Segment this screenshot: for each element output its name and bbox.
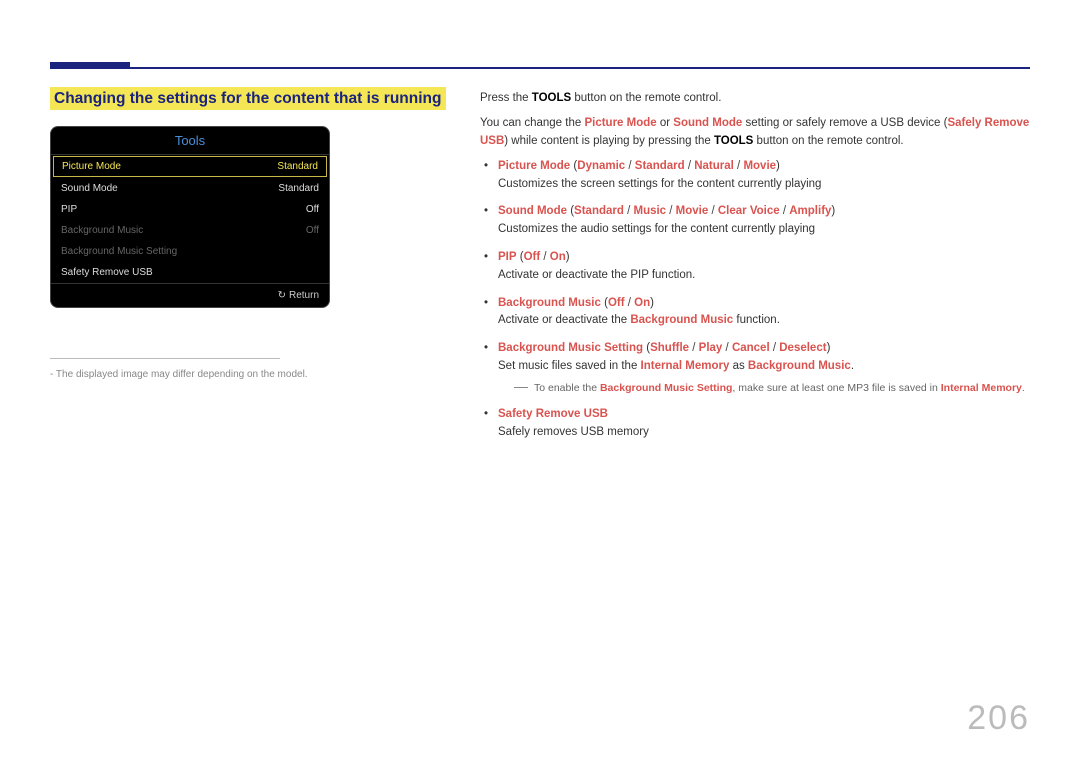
tools-row-pip: PIP Off — [51, 199, 329, 220]
tools-row-bg-music-setting: Background Music Setting — [51, 241, 329, 262]
item-bg-music-setting: Background Music Setting (Shuffle / Play… — [480, 340, 1030, 396]
row-label: Background Music Setting — [61, 246, 177, 257]
tools-title: Tools — [51, 127, 329, 155]
item-pip: PIP (Off / On) Activate or deactivate th… — [480, 249, 1030, 285]
intro-line-1: Press the TOOLS button on the remote con… — [480, 90, 1030, 107]
footnote-rule — [50, 358, 280, 359]
intro-line-2: You can change the Picture Mode or Sound… — [480, 115, 1030, 150]
item-sound-mode: Sound Mode (Standard / Music / Movie / C… — [480, 203, 1030, 239]
item-bg-music: Background Music (Off / On) Activate or … — [480, 295, 1030, 331]
tools-row-picture-mode: Picture Mode Standard — [53, 156, 327, 177]
right-column: Press the TOOLS button on the remote con… — [480, 90, 1030, 452]
footnote-left: - The displayed image may differ dependi… — [50, 369, 450, 380]
row-label: Background Music — [61, 225, 143, 236]
row-label: Picture Mode — [62, 161, 121, 172]
settings-list: Picture Mode (Dynamic / Standard / Natur… — [480, 158, 1030, 442]
return-icon: ↻ — [278, 290, 286, 301]
row-value: Off — [306, 225, 319, 236]
row-value: Standard — [277, 161, 318, 172]
row-label: PIP — [61, 204, 77, 215]
page-number: 206 — [967, 699, 1030, 738]
row-label: Safety Remove USB — [61, 267, 153, 278]
note-dash-icon — [514, 387, 528, 388]
row-label: Sound Mode — [61, 183, 118, 194]
tools-footer: ↻Return — [51, 283, 329, 307]
note: To enable the Background Music Setting, … — [514, 380, 1030, 396]
tools-row-sound-mode: Sound Mode Standard — [51, 178, 329, 199]
row-value: Off — [306, 204, 319, 215]
left-column: Changing the settings for the content th… — [50, 90, 450, 452]
row-value: Standard — [278, 183, 319, 194]
section-heading: Changing the settings for the content th… — [50, 87, 446, 110]
tools-row-bg-music: Background Music Off — [51, 220, 329, 241]
item-picture-mode: Picture Mode (Dynamic / Standard / Natur… — [480, 158, 1030, 194]
tools-row-safety-remove: Safety Remove USB — [51, 262, 329, 283]
return-label: Return — [289, 290, 319, 301]
header-rule — [50, 67, 1030, 69]
item-safety-remove: Safety Remove USB Safely removes USB mem… — [480, 406, 1030, 442]
tools-window: Tools Picture Mode Standard Sound Mode S… — [50, 126, 330, 308]
